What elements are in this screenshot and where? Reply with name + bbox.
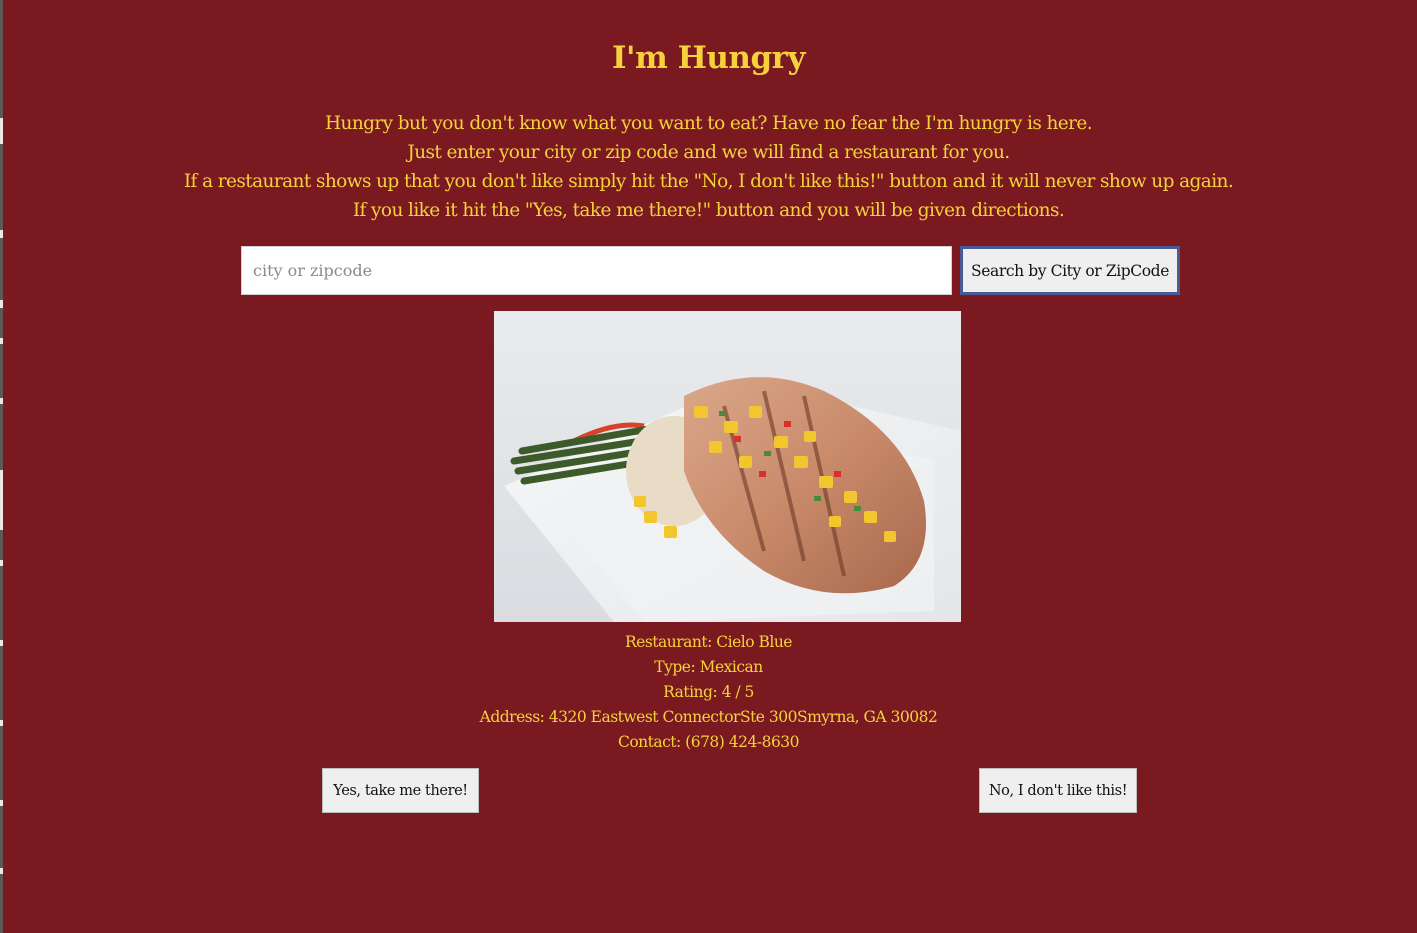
window-edge-marker	[0, 868, 3, 874]
window-edge-marker	[0, 800, 3, 806]
search-button[interactable]: Search by City or ZipCode	[960, 246, 1180, 295]
restaurant-details: Restaurant: Cielo Blue Type: Mexican Rat…	[0, 630, 1417, 755]
intro-line: If you like it hit the "Yes, take me the…	[352, 200, 1065, 221]
intro-line: Just enter your city or zip code and we …	[407, 142, 1010, 163]
restaurant-type: Type: Mexican	[654, 658, 763, 676]
intro-text: Hungry but you don't know what you want …	[0, 109, 1417, 225]
window-edge-marker	[0, 398, 3, 404]
intro-line: Hungry but you don't know what you want …	[324, 113, 1093, 134]
window-edge-marker	[0, 470, 3, 530]
window-edge-marker	[0, 230, 3, 238]
restaurant-contact: Contact: (678) 424-8630	[617, 733, 800, 751]
window-edge-marker	[0, 560, 3, 566]
restaurant-rating: Rating: 4 / 5	[663, 683, 754, 701]
window-edge-marker	[0, 300, 3, 308]
no-dont-like-button[interactable]: No, I don't like this!	[979, 768, 1137, 813]
intro-line: If a restaurant shows up that you don't …	[183, 171, 1234, 192]
page-title: I'm Hungry	[612, 40, 805, 76]
restaurant-address: Address: 4320 Eastwest ConnectorSte 300S…	[479, 708, 938, 726]
search-input[interactable]	[241, 246, 952, 295]
window-edge-marker	[0, 338, 3, 344]
restaurant-name: Restaurant: Cielo Blue	[625, 633, 792, 651]
restaurant-food-photo	[494, 311, 961, 622]
yes-take-me-there-button[interactable]: Yes, take me there!	[322, 768, 479, 813]
